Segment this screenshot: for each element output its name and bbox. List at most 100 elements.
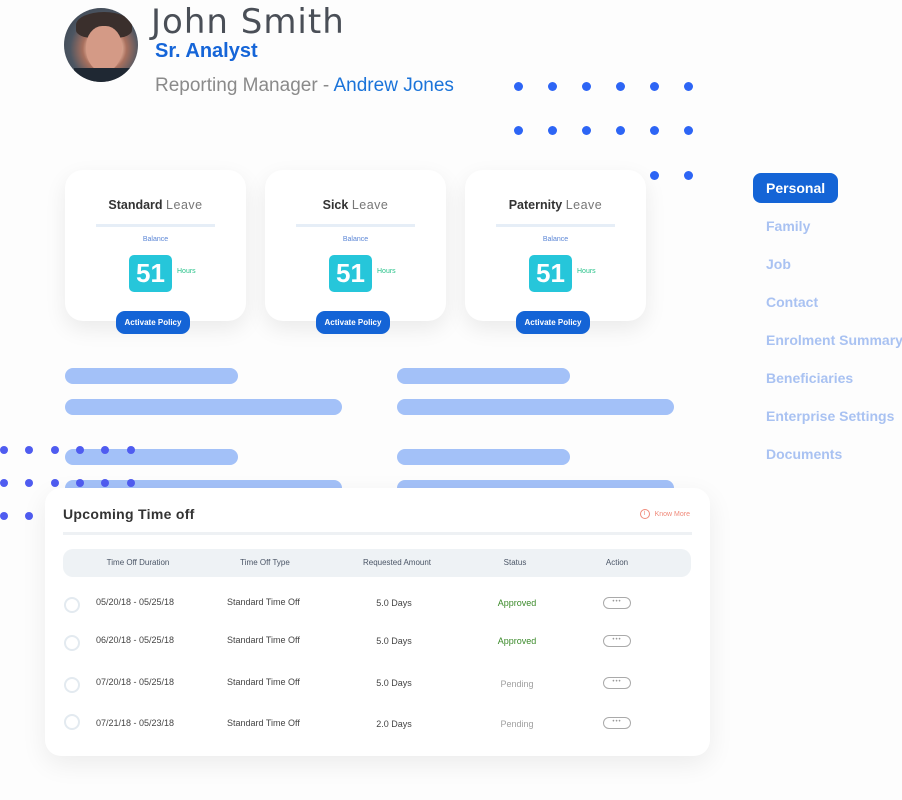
card-divider — [96, 224, 215, 227]
activate-policy-button[interactable]: Activate Policy — [516, 311, 590, 334]
balance-label: Balance — [542, 236, 569, 243]
cell-type: Standard Time Off — [227, 718, 300, 728]
leave-type: Sick — [322, 198, 349, 212]
cell-duration: 06/20/18 - 05/25/18 — [96, 635, 175, 645]
dot — [25, 446, 33, 454]
avatar-collar — [74, 68, 134, 82]
more-actions-button[interactable]: ••• — [603, 635, 631, 647]
employee-name: John Smith — [151, 2, 345, 42]
row-select-radio[interactable] — [64, 677, 80, 693]
avatar — [64, 8, 138, 82]
upcoming-timeoff-panel: Upcoming Time off i Know More Time Off D… — [45, 488, 710, 756]
dot — [684, 82, 693, 91]
column-header-status: Status — [503, 558, 527, 567]
table-row: 05/20/18 - 05/25/18 Standard Time Off 5.… — [63, 590, 691, 620]
balance-label: Balance — [142, 236, 169, 243]
leave-card-title: Paternity Leave — [465, 198, 646, 212]
nav-item-enterprise-settings[interactable]: Enterprise Settings — [753, 401, 902, 439]
balance-value: 51 — [529, 255, 572, 292]
nav-item-family[interactable]: Family — [753, 211, 902, 249]
leave-card-paternity: Paternity Leave Balance 51 Hours Activat… — [465, 170, 646, 334]
leave-suffix: Leave — [166, 198, 203, 212]
know-more-link[interactable]: i Know More — [639, 509, 690, 519]
activate-policy-button[interactable]: Activate Policy — [116, 311, 190, 334]
cell-status: Pending — [500, 719, 534, 729]
leave-type: Paternity — [508, 198, 563, 212]
dot — [548, 82, 557, 91]
balance-unit: Hours — [377, 268, 396, 275]
balance-value: 51 — [329, 255, 372, 292]
leave-card-title: Sick Leave — [265, 198, 446, 212]
dot — [51, 479, 59, 487]
dot — [127, 446, 135, 454]
leave-suffix: Leave — [565, 198, 603, 212]
dot — [514, 82, 523, 91]
nav-item-beneficiaries[interactable]: Beneficiaries — [753, 363, 902, 401]
side-nav: Personal Family Job Contact Enrolment Su… — [753, 173, 902, 477]
reporting-manager-label: Reporting Manager - — [155, 75, 334, 96]
cell-type: Standard Time Off — [227, 597, 300, 607]
leave-suffix: Leave — [351, 198, 389, 212]
cell-duration: 07/20/18 - 05/25/18 — [96, 677, 175, 687]
row-select-radio[interactable] — [64, 597, 80, 613]
reporting-manager-name[interactable]: Andrew Jones — [334, 75, 454, 96]
more-actions-button[interactable]: ••• — [603, 717, 631, 729]
table-row: 07/21/18 - 05/23/18 Standard Time Off 2.… — [63, 712, 691, 742]
row-select-radio[interactable] — [64, 714, 80, 730]
cell-amount: 5.0 Days — [376, 678, 412, 688]
cell-type: Standard Time Off — [227, 677, 300, 687]
card-divider — [496, 224, 615, 227]
row-select-radio[interactable] — [64, 635, 80, 651]
dot — [0, 446, 8, 454]
dot — [650, 126, 659, 135]
placeholder-bar — [65, 368, 238, 384]
balance-unit: Hours — [577, 268, 596, 275]
dot — [101, 479, 109, 487]
more-actions-button[interactable]: ••• — [603, 677, 631, 689]
dot — [101, 446, 109, 454]
dot — [127, 479, 135, 487]
dot — [582, 126, 591, 135]
dot — [514, 126, 523, 135]
card-divider — [296, 224, 415, 227]
dot — [25, 512, 33, 520]
dot — [616, 126, 625, 135]
table-row: 06/20/18 - 05/25/18 Standard Time Off 5.… — [63, 628, 691, 658]
panel-divider — [63, 532, 692, 535]
leave-card-standard: Standard Leave Balance 51 Hours Activate… — [65, 170, 246, 334]
dot — [582, 82, 591, 91]
employee-title: Sr. Analyst — [155, 40, 258, 62]
dot — [548, 126, 557, 135]
balance-label: Balance — [342, 236, 369, 243]
dot — [0, 479, 8, 487]
cell-status: Approved — [497, 636, 537, 646]
nav-item-enrolment-summary[interactable]: Enrolment Summary — [753, 325, 902, 363]
cell-type: Standard Time Off — [227, 635, 300, 645]
nav-item-contact[interactable]: Contact — [753, 287, 902, 325]
placeholder-bar — [397, 399, 674, 415]
dot — [650, 171, 659, 180]
column-header-amount: Requested Amount — [362, 558, 432, 567]
nav-item-documents[interactable]: Documents — [753, 439, 902, 477]
dot — [0, 512, 8, 520]
leave-type: Standard — [108, 198, 163, 212]
cell-duration: 05/20/18 - 05/25/18 — [96, 597, 175, 607]
activate-policy-button[interactable]: Activate Policy — [316, 311, 390, 334]
cell-amount: 5.0 Days — [376, 636, 412, 646]
table-header: Time Off Duration Time Off Type Requeste… — [63, 549, 691, 577]
nav-item-job[interactable]: Job — [753, 249, 902, 287]
dot — [76, 446, 84, 454]
dot — [76, 479, 84, 487]
more-actions-button[interactable]: ••• — [603, 597, 631, 609]
placeholder-bar — [397, 449, 570, 465]
dot — [650, 82, 659, 91]
info-icon: i — [639, 509, 650, 519]
nav-item-personal[interactable]: Personal — [753, 173, 838, 203]
balance-unit: Hours — [177, 268, 196, 275]
reporting-manager: Reporting Manager - Andrew Jones — [155, 75, 454, 97]
dot — [51, 446, 59, 454]
know-more-label: Know More — [654, 510, 690, 518]
dot — [25, 479, 33, 487]
table-row: 07/20/18 - 05/25/18 Standard Time Off 5.… — [63, 670, 691, 700]
cell-duration: 07/21/18 - 05/23/18 — [96, 718, 175, 728]
